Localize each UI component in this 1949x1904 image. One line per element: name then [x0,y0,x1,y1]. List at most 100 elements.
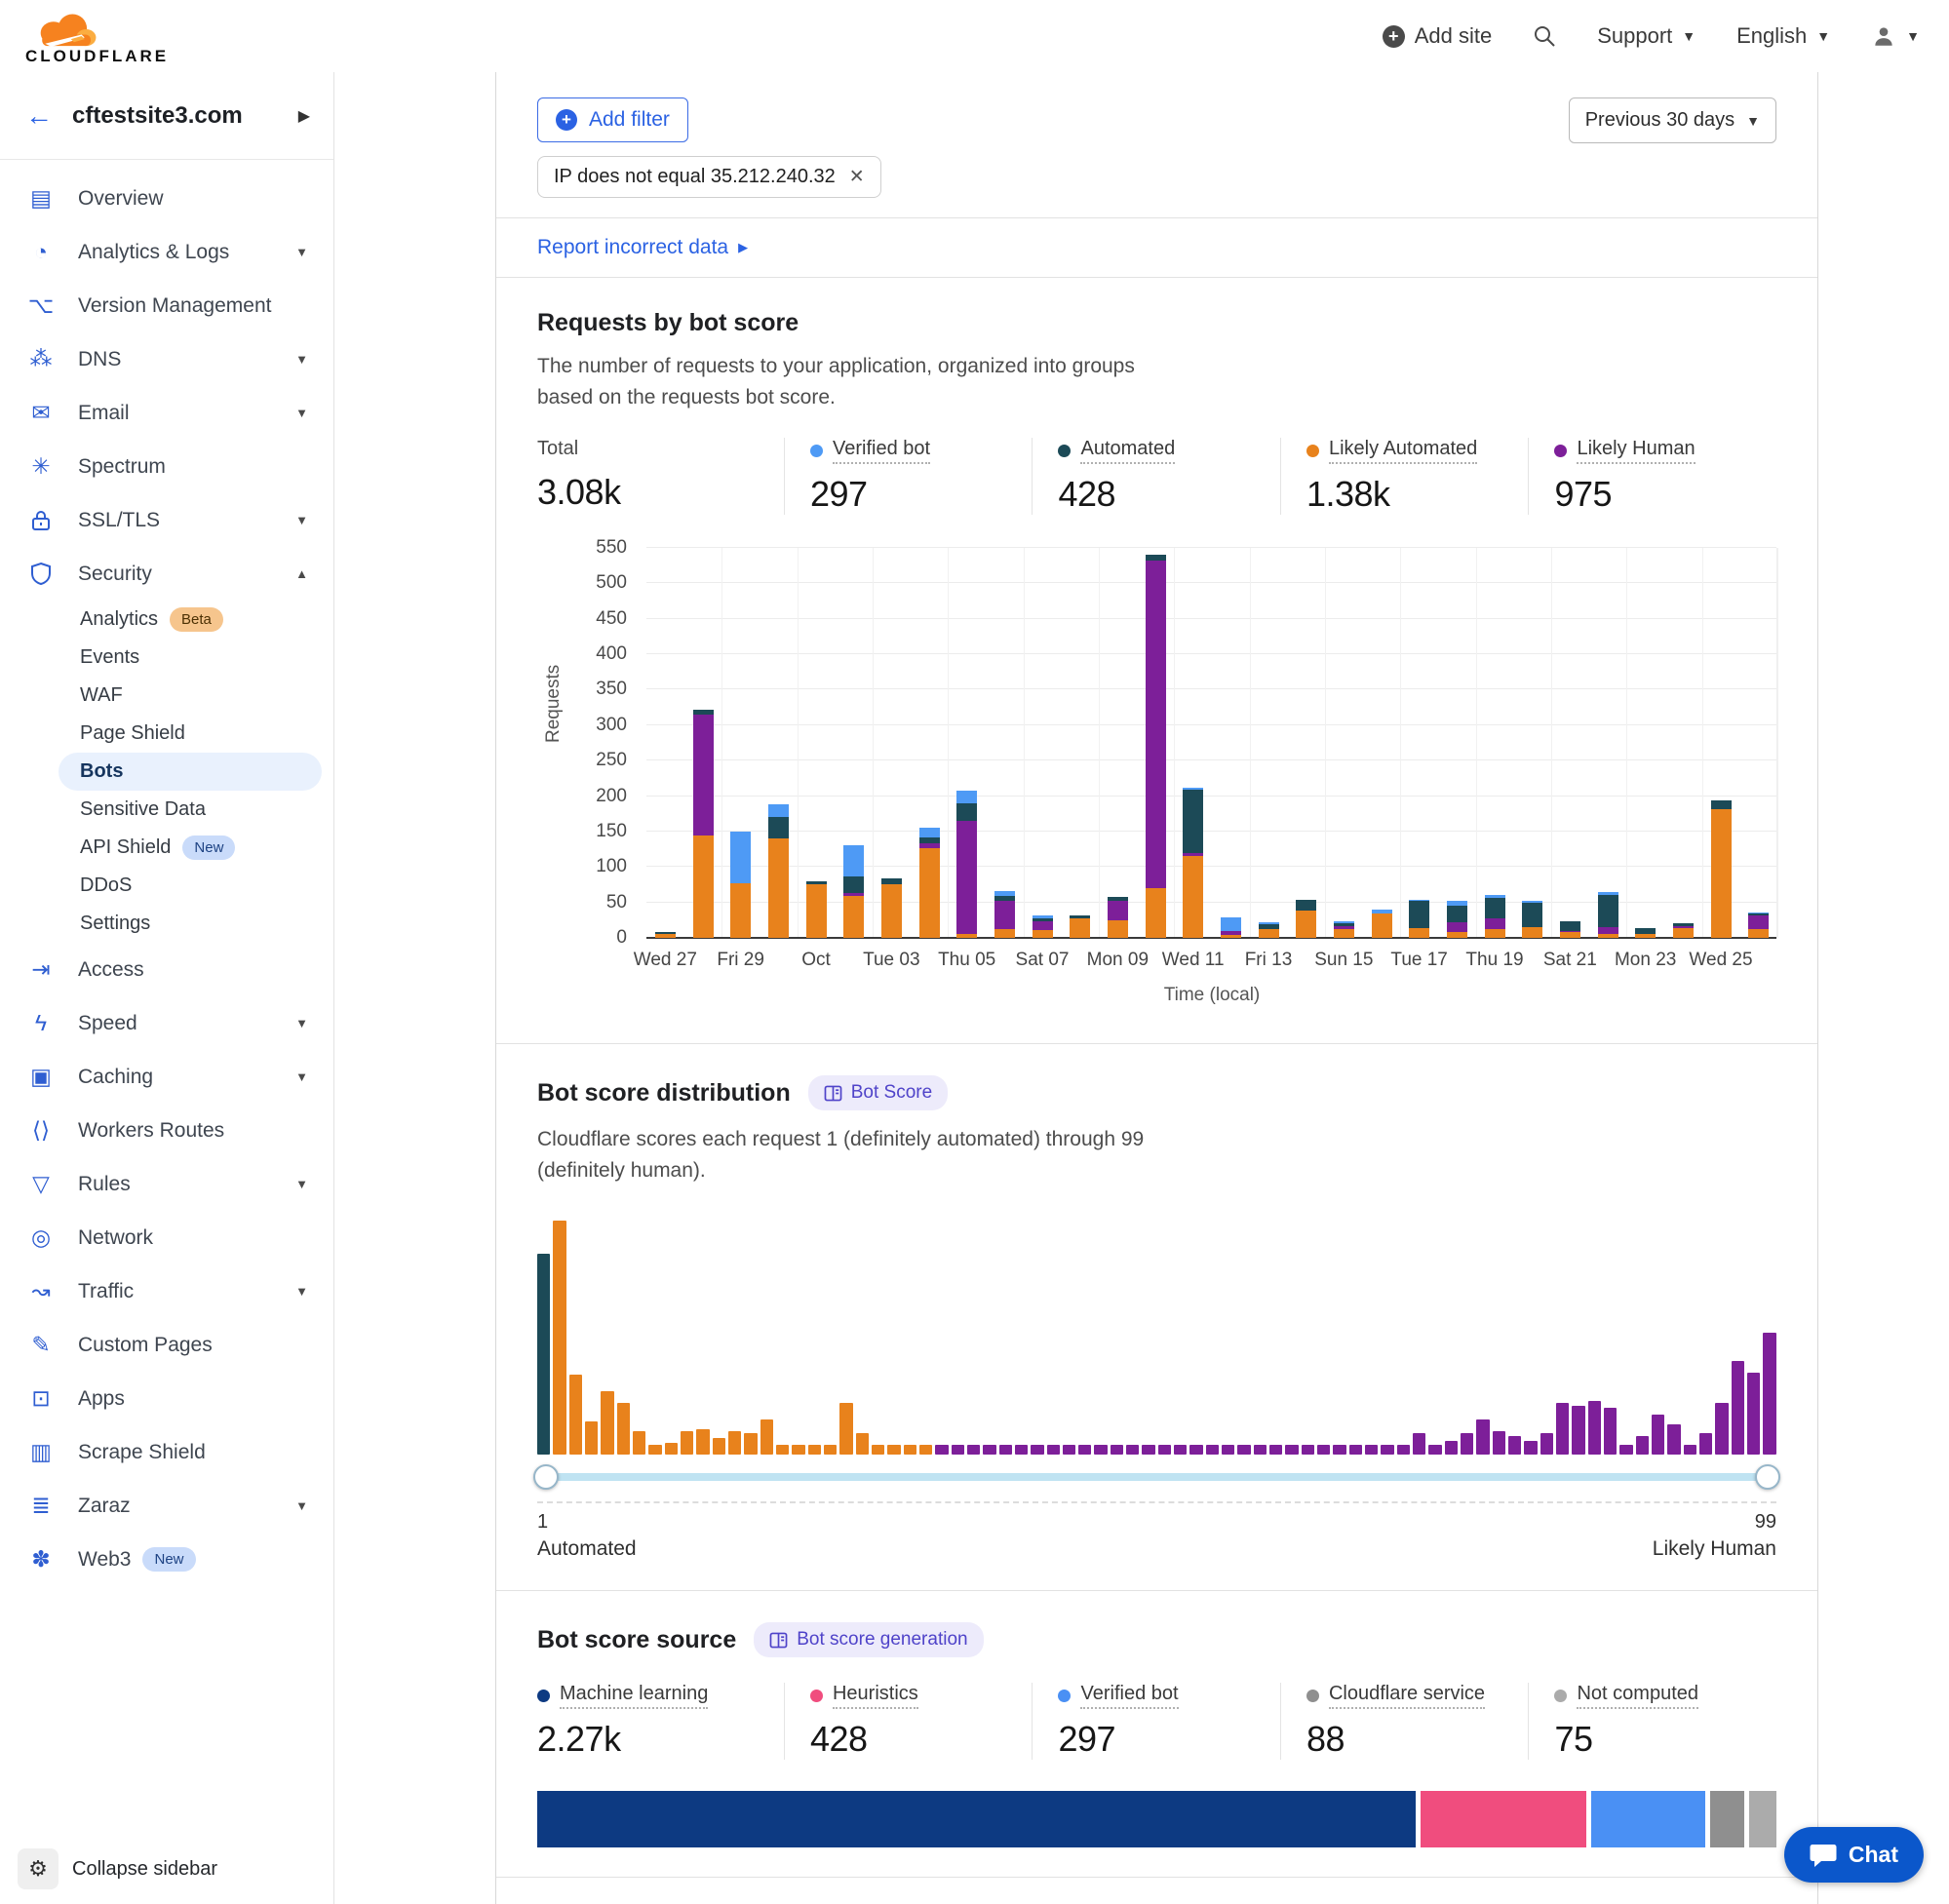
histogram-bar-likely-human[interactable] [1063,1445,1075,1455]
histogram-bar-likely-human[interactable] [1142,1445,1154,1455]
support-menu[interactable]: Support ▼ [1597,23,1696,49]
histogram-bar-likely-human[interactable] [967,1445,980,1455]
sidebar-item-security-bots[interactable]: Bots [58,753,322,791]
requests-bar-wed-11[interactable] [1183,788,1203,938]
report-incorrect-data-link[interactable]: Report incorrect data ▶ [537,236,748,259]
histogram-bar-likely-human[interactable] [1476,1419,1489,1455]
histogram-bar-likely-automated[interactable] [553,1221,565,1455]
stat-label[interactable]: Likely Automated [1329,438,1477,464]
histogram-bar-likely-human[interactable] [1094,1445,1107,1455]
add-filter-button[interactable]: + Add filter [537,97,688,142]
histogram-bar-likely-automated[interactable] [648,1445,661,1455]
requests-bar-tue-24[interactable] [1673,923,1694,938]
stat-label[interactable]: Likely Human [1577,438,1695,464]
chevron-right-icon[interactable]: ▶ [298,106,310,126]
histogram-bar-likely-human[interactable] [1349,1445,1362,1455]
requests-bar-thu-26[interactable] [1748,913,1769,938]
source-segment-verified-bot[interactable] [1591,1791,1706,1847]
histogram-bar-likely-human[interactable] [1317,1445,1330,1455]
sidebar-item-access[interactable]: ⇥Access [0,943,333,996]
requests-bar-wed-27[interactable] [655,932,676,938]
stat-label[interactable]: Machine learning [560,1683,708,1709]
close-icon[interactable]: ✕ [849,166,865,188]
requests-bar-sat-07[interactable] [1033,915,1053,938]
sidebar-item-network[interactable]: ◎Network [0,1211,333,1264]
histogram-bar-likely-automated[interactable] [617,1403,630,1455]
histogram-bar-likely-human[interactable] [1413,1433,1425,1455]
language-menu[interactable]: English ▼ [1736,23,1830,49]
histogram-bar-likely-human[interactable] [1556,1403,1569,1455]
bot-score-generation-badge[interactable]: Bot score generation [754,1622,983,1657]
sidebar-item-ssl-tls[interactable]: SSL/TLS▼ [0,493,333,547]
histogram-bar-likely-automated[interactable] [585,1421,598,1455]
requests-bar-thu-05[interactable] [956,791,977,938]
histogram-bar-likely-automated[interactable] [887,1445,900,1455]
histogram-bar-likely-human[interactable] [1047,1445,1060,1455]
histogram-bar-automated[interactable] [537,1254,550,1455]
requests-bar-mon-23[interactable] [1635,928,1656,938]
histogram-bar-likely-human[interactable] [1158,1445,1171,1455]
bot-score-badge[interactable]: Bot Score [808,1075,948,1110]
histogram-bar-likely-automated[interactable] [760,1419,773,1455]
histogram-bar-likely-human[interactable] [1269,1445,1282,1455]
histogram-bar-likely-human[interactable] [983,1445,995,1455]
histogram-bar-likely-human[interactable] [1732,1361,1744,1455]
stat-label[interactable]: Not computed [1577,1683,1698,1709]
requests-bar-fri-06[interactable] [994,891,1015,938]
requests-bar-tue-10[interactable] [1146,555,1166,938]
requests-bar-mon-09[interactable] [1108,897,1128,938]
sidebar-item-security-page-shield[interactable]: Page Shield [0,715,333,753]
histogram-bar-likely-automated[interactable] [808,1445,821,1455]
histogram-bar-likely-human[interactable] [1333,1445,1345,1455]
sidebar-item-security-settings[interactable]: Settings [0,905,333,943]
sidebar-item-security-api-shield[interactable]: API ShieldNew [0,829,333,867]
histogram-bar-likely-human[interactable] [1031,1445,1043,1455]
time-range-dropdown[interactable]: Previous 30 days ▼ [1569,97,1776,143]
histogram-bar-likely-human[interactable] [1428,1445,1441,1455]
histogram-bar-likely-human[interactable] [1588,1401,1601,1455]
histogram-bar-likely-human[interactable] [1652,1415,1664,1455]
cloudflare-logo[interactable]: CLOUDFLARE [25,9,169,64]
requests-bar-fri-29[interactable] [730,832,751,938]
sidebar-item-traffic[interactable]: ↝Traffic▼ [0,1264,333,1318]
histogram-bar-likely-automated[interactable] [824,1445,837,1455]
histogram-bar-likely-human[interactable] [1285,1445,1298,1455]
sidebar-item-caching[interactable]: ▣Caching▼ [0,1050,333,1104]
histogram-bar-likely-human[interactable] [1604,1408,1617,1455]
histogram-bar-likely-automated[interactable] [569,1375,582,1455]
histogram-bar-likely-human[interactable] [952,1445,964,1455]
histogram-bar-likely-human[interactable] [1445,1441,1458,1455]
filter-chip[interactable]: IP does not equal 35.212.240.32 ✕ [537,156,881,198]
histogram-bar-likely-automated[interactable] [601,1391,613,1455]
sidebar-item-overview[interactable]: ▤Overview [0,172,333,225]
histogram-bar-likely-human[interactable] [1381,1445,1393,1455]
stat-label[interactable]: Cloudflare service [1329,1683,1485,1709]
histogram-bar-likely-human[interactable] [1699,1433,1712,1455]
add-site-button[interactable]: + Add site [1383,23,1493,49]
requests-bar-thu-19[interactable] [1485,895,1505,938]
histogram-bar-likely-automated[interactable] [904,1445,916,1455]
histogram-bar-likely-human[interactable] [1572,1406,1584,1455]
histogram-bar-likely-human[interactable] [1254,1445,1267,1455]
account-menu[interactable]: ▼ [1871,23,1920,49]
requests-bar-sat-30[interactable] [768,804,789,938]
histogram-bar-likely-human[interactable] [1078,1445,1091,1455]
histogram-bar-likely-human[interactable] [1508,1436,1521,1455]
gear-icon[interactable]: ⚙ [18,1848,58,1889]
search-icon[interactable] [1533,24,1556,48]
stat-label[interactable]: Heuristics [833,1683,918,1709]
sidebar-item-workers-routes[interactable]: ⟨⟩Workers Routes [0,1104,333,1157]
requests-bar-wed-25[interactable] [1711,800,1732,938]
requests-bar-fri-20[interactable] [1522,901,1542,938]
requests-bar-sun-15[interactable] [1334,921,1354,938]
histogram-bar-likely-automated[interactable] [744,1433,757,1455]
sidebar-item-version-management[interactable]: ⌥Version Management [0,279,333,332]
sidebar-item-security-ddos[interactable]: DDoS [0,867,333,905]
sidebar-item-security-waf[interactable]: WAF [0,677,333,715]
sidebar-item-security-analytics[interactable]: AnalyticsBeta [0,601,333,639]
requests-bar-sat-14[interactable] [1296,900,1316,938]
histogram-bar-likely-human[interactable] [1222,1445,1234,1455]
histogram-bar-likely-human[interactable] [1715,1403,1728,1455]
histogram-bar-likely-human[interactable] [1747,1373,1760,1455]
histogram-bar-likely-human[interactable] [1237,1445,1250,1455]
